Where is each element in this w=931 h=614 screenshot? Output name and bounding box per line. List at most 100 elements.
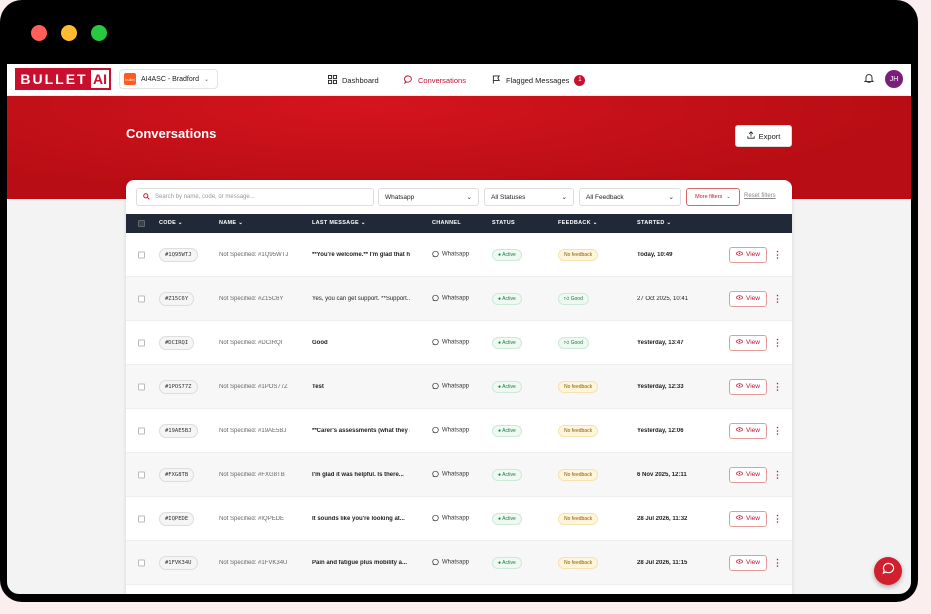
chat-launcher-button[interactable] [874,557,902,585]
export-button[interactable]: Export [735,125,792,147]
table-row[interactable]: #1Q95WTJ Not Specified: #1Q95WTJ **You're … [126,233,792,277]
row-last-message: Yes, you can get support. **Support... [312,295,410,302]
more-options-icon[interactable]: ⋮ [773,557,782,568]
status-select-value: All Statuses [491,193,526,201]
view-button[interactable]: View [729,246,767,263]
row-status-badge: ● Active [492,424,522,437]
whatsapp-icon [432,514,439,523]
row-channel: Whatsapp [432,558,469,567]
column-last-message[interactable]: LAST MESSAGE ⌄ [312,220,366,226]
row-started: Yesterday, 12:06 [637,427,684,434]
row-checkbox[interactable] [138,383,145,390]
row-checkbox[interactable] [138,339,145,346]
row-channel: Whatsapp [432,426,469,435]
table-header: CODE ⌄ NAME ⌄ LAST MESSAGE ⌄ CHANNEL STA… [126,214,792,233]
row-channel: Whatsapp [432,294,469,303]
table-row[interactable]: #1FVK34U Not Specified: #1FVK34U Pain and … [126,541,792,585]
whatsapp-icon [432,250,439,259]
more-options-icon[interactable]: ⋮ [773,469,782,480]
row-checkbox[interactable] [138,515,145,522]
table-row[interactable]: #19AE5BJ Not Specified: #19AE5BJ **Carer's… [126,409,792,453]
chat-icon [404,74,413,86]
row-status-badge: ● Active [492,512,522,525]
user-avatar[interactable]: JH [885,70,903,88]
view-button[interactable]: View [729,334,767,351]
view-button[interactable]: View [729,290,767,307]
row-started: 27 Oct 2025, 10:41 [637,295,689,302]
table-row[interactable]: #1POS77Z Not Specified: #1POS77Z Test Whats… [126,365,792,409]
row-checkbox[interactable] [138,471,145,478]
grid-icon [328,74,337,86]
more-options-icon[interactable]: ⋮ [773,293,782,304]
row-feedback-badge: No feedback [558,468,599,481]
row-name: Not Specified: #1FVK34U [219,559,288,566]
row-started: Yesterday, 13:47 [637,339,684,346]
search-input[interactable]: Search by name, code, or message... [136,188,374,206]
eye-icon [736,339,743,346]
more-filters-button[interactable]: More filters ⌄ [686,188,740,206]
upload-icon [747,131,755,141]
nav-dashboard[interactable]: Dashboard [328,64,379,96]
more-options-icon[interactable]: ⋮ [773,337,782,348]
nav-flagged-messages[interactable]: Flagged Messages 1 [492,64,586,96]
reset-filters-link[interactable]: Reset filters [744,193,776,199]
row-code: #FXG8TB [159,467,195,482]
view-button[interactable]: View [729,510,767,527]
chat-bubble-icon [881,562,895,580]
view-button[interactable]: View [729,422,767,439]
eye-icon [736,471,743,478]
row-status-badge: ● Active [492,248,522,261]
thumbs-up-icon: 👍︎ [564,295,571,302]
column-name[interactable]: NAME ⌄ [219,220,243,226]
row-checkbox[interactable] [138,251,145,258]
column-feedback[interactable]: FEEDBACK ⌄ [558,220,598,226]
row-checkbox[interactable] [138,427,145,434]
nav-conversations[interactable]: Conversations [404,64,466,96]
whatsapp-icon [432,338,439,347]
column-started[interactable]: STARTED ⌄ [637,220,671,226]
close-dot[interactable] [31,25,47,41]
channel-select[interactable]: Whatsapp ⌄ [378,188,479,206]
table-row[interactable]: #Z15C6Y Not Specified: #Z15C6Y Yes, you ca… [126,277,792,321]
view-button[interactable]: View [729,554,767,571]
row-name: Not Specified: #Z15C6Y [219,295,284,302]
row-checkbox[interactable] [138,295,145,302]
more-filters-label: More filters [695,194,723,200]
select-all-checkbox[interactable] [138,220,145,227]
row-last-message: It sounds like you're looking at... [312,515,405,522]
table-row[interactable]: #DCIRQI Not Specified: #DCIRQI Good Whatsap… [126,321,792,365]
more-options-icon[interactable]: ⋮ [773,425,782,436]
whatsapp-icon [432,426,439,435]
export-label: Export [758,131,781,141]
table-row[interactable]: #IQPEDE Not Specified: #IQPEDE It sounds l… [126,497,792,541]
more-options-icon[interactable]: ⋮ [773,249,782,260]
whatsapp-icon [432,294,439,303]
brand-logo[interactable]: BULLET AI [15,68,111,90]
view-button[interactable]: View [729,378,767,395]
feedback-select[interactable]: All Feedback ⌄ [579,188,681,206]
more-options-icon[interactable]: ⋮ [773,381,782,392]
eye-icon [736,295,743,302]
row-feedback-badge: 👍︎ Good [558,336,589,349]
row-code: #19AE5BJ [159,423,198,438]
column-code[interactable]: CODE ⌄ [159,220,183,226]
row-channel-label: Whatsapp [442,251,470,258]
row-checkbox[interactable] [138,559,145,566]
whatsapp-icon [432,470,439,479]
whatsapp-icon [432,558,439,567]
table-row[interactable]: #FXG8TB Not Specified: #FXG8TB I'm glad it… [126,453,792,497]
row-channel: Whatsapp [432,382,469,391]
filter-bar: Search by name, code, or message... What… [126,180,792,214]
row-last-message: Pain and fatigue plus mobility a... [312,559,408,566]
more-options-icon[interactable]: ⋮ [773,513,782,524]
chevron-down-icon: ⌄ [668,194,674,201]
search-icon [143,192,150,202]
bell-icon[interactable] [863,73,875,86]
chevron-down-icon: ⌄ [726,194,731,200]
maximize-dot[interactable] [91,25,107,41]
status-select[interactable]: All Statuses ⌄ [484,188,574,206]
row-channel-label: Whatsapp [442,559,470,566]
minimize-dot[interactable] [61,25,77,41]
view-button[interactable]: View [729,466,767,483]
org-switcher[interactable]: bullet AI4ASC - Bradford ⌄ [119,69,218,89]
